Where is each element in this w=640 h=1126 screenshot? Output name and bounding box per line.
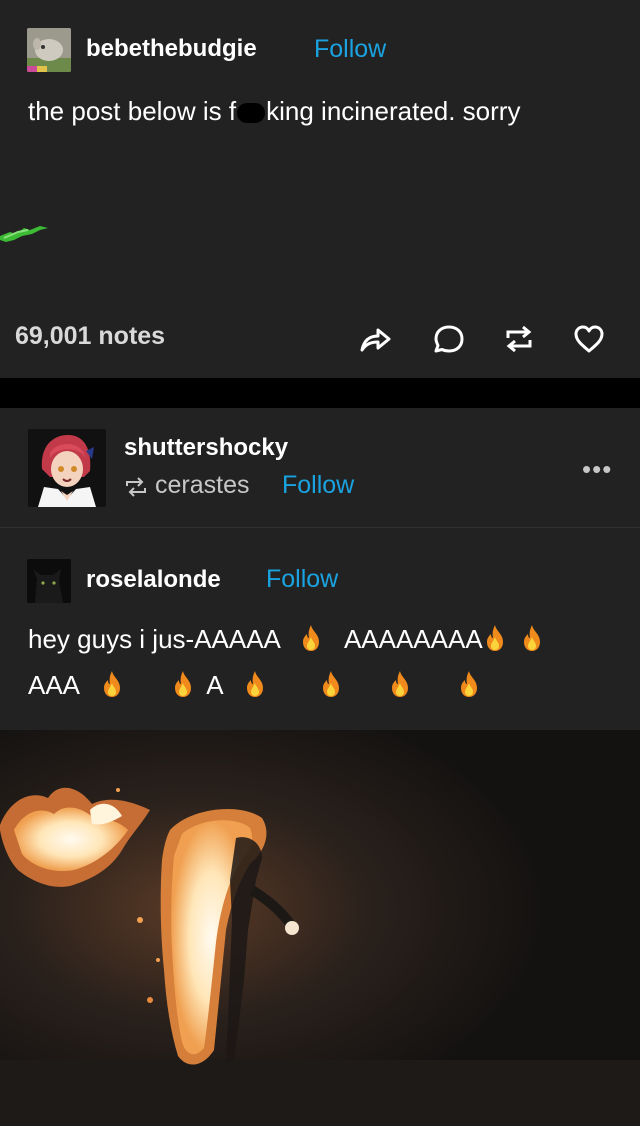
more-options-button[interactable]: •••: [582, 454, 612, 485]
post-text-part1: the post below is f: [28, 96, 237, 126]
post-divider: [0, 378, 640, 408]
original-author-username[interactable]: roselalonde: [86, 566, 221, 594]
fire-emoji-icon: [461, 671, 478, 697]
text-line1-part-b: AAAAAAAA: [343, 624, 483, 654]
black-cat-avatar-image: [27, 559, 71, 603]
post-shuttershocky: shuttershocky cerastes Follow ••• rosela…: [0, 408, 640, 1126]
follow-button-2[interactable]: Follow: [282, 471, 354, 500]
censor-bar: [237, 103, 266, 123]
reblog-icon[interactable]: [502, 322, 536, 356]
avatar-bebethebudgie[interactable]: [27, 28, 71, 72]
text-line2-part-a: AAA: [28, 670, 79, 700]
share-icon[interactable]: [358, 322, 392, 356]
fire-emoji-icon: [322, 671, 339, 697]
reply-icon[interactable]: [432, 322, 466, 356]
burning-person-photo[interactable]: [0, 730, 640, 1126]
burning-person-image: [0, 730, 640, 1126]
avatar-roselalonde[interactable]: [27, 559, 71, 603]
notes-count[interactable]: 69,001 notes: [15, 322, 165, 351]
post2-text-line2: AAA A: [28, 670, 481, 701]
text-line1-part-a: hey guys i jus-AAAAA: [28, 624, 280, 654]
fire-emoji-icon: [247, 671, 264, 697]
follow-button[interactable]: Follow: [314, 35, 386, 64]
post-bebethebudgie: bebethebudgie Follow the post below is f…: [0, 0, 640, 378]
reblog-small-icon: [126, 477, 146, 497]
username[interactable]: bebethebudgie: [86, 35, 257, 63]
fire-emoji-icon: [302, 625, 319, 651]
follow-button-3[interactable]: Follow: [266, 565, 338, 594]
fire-emoji-icon: [175, 671, 192, 697]
fire-emoji-icon: [523, 625, 540, 651]
green-scribble-image: [0, 226, 48, 242]
fire-emoji-icon: [486, 625, 503, 651]
fire-emoji-icon: [103, 671, 120, 697]
reblogged-from-username[interactable]: cerastes: [155, 471, 249, 500]
like-icon[interactable]: [572, 322, 606, 356]
post2-text-line1: hey guys i jus-AAAAA AAAAAAAA: [28, 624, 544, 655]
reblogger-username[interactable]: shuttershocky: [124, 434, 288, 462]
avatar-shuttershocky[interactable]: [28, 429, 106, 507]
fire-emoji-icon: [391, 671, 408, 697]
budgie-avatar-image: [27, 28, 71, 72]
anime-avatar-image: [28, 429, 106, 507]
post-text: the post below is f king incinerated. sor…: [28, 96, 520, 127]
reblog-header: shuttershocky cerastes Follow •••: [0, 408, 640, 528]
text-line2-part-b: A: [206, 670, 223, 700]
post-text-part2: king incinerated. sorry: [266, 96, 521, 126]
